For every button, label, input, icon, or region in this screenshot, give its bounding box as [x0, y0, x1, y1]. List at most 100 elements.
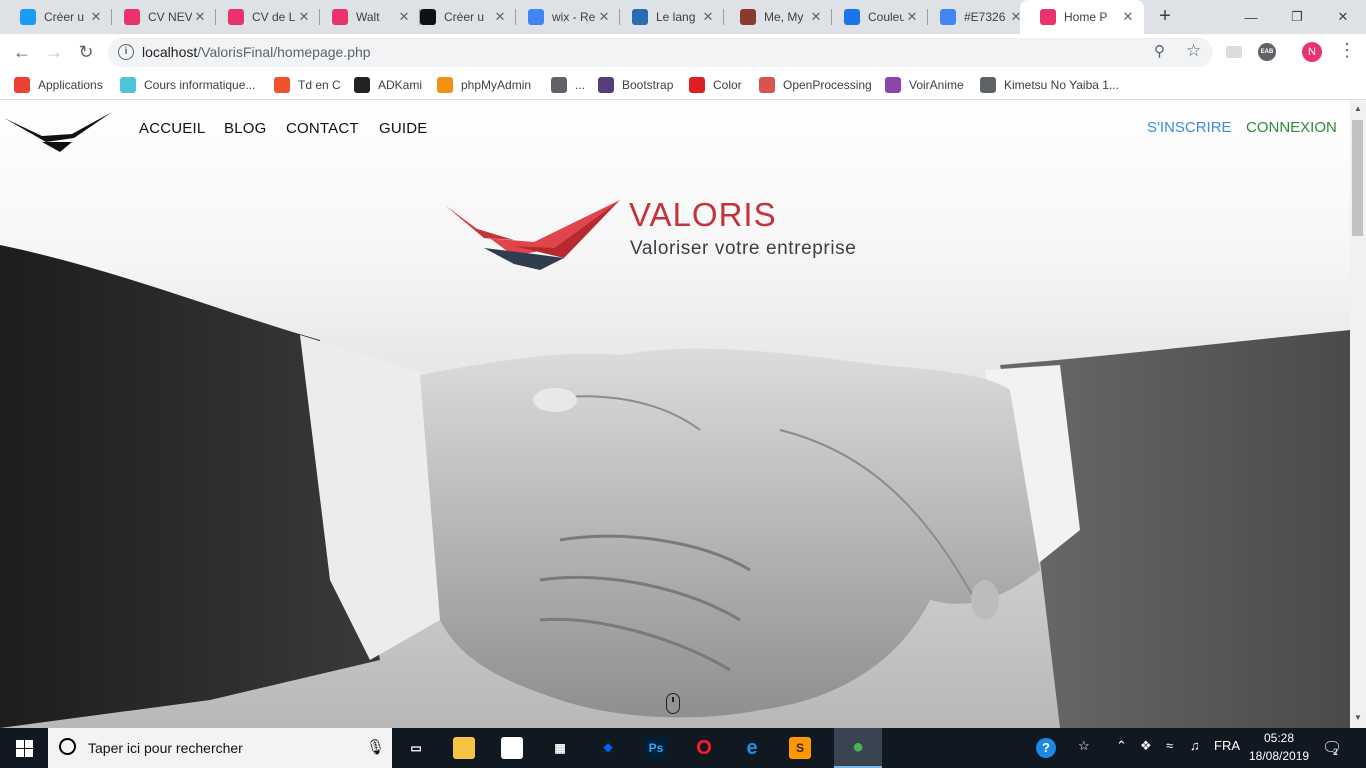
action-center-icon[interactable]: 🗨 2	[1322, 736, 1342, 757]
show-hidden-icons-icon[interactable]: ⌃	[1116, 738, 1127, 754]
taskbar-search-box[interactable]: Taper ici pour rechercher 🎙	[48, 728, 392, 768]
webflow-icon	[228, 9, 244, 25]
valoris-logo	[446, 200, 620, 270]
bookmark-item[interactable]: Applications	[14, 75, 103, 95]
tab-close-icon[interactable]: ✕	[596, 9, 612, 25]
cortana-icon	[59, 738, 76, 755]
taskbar-app[interactable]	[440, 728, 488, 768]
info-icon[interactable]: i	[118, 44, 134, 60]
new-tab-button[interactable]: +	[1155, 6, 1175, 26]
scroll-up-arrow-icon[interactable]: ▲	[1354, 104, 1362, 113]
clock-time[interactable]: 05:28	[1264, 731, 1294, 745]
nav-link[interactable]: ACCUEIL	[139, 120, 205, 137]
bookmark-item[interactable]: VoirAnime	[885, 75, 964, 95]
wifi-icon[interactable]: ≈	[1166, 738, 1173, 753]
bookmark-item[interactable]: OpenProcessing	[759, 75, 872, 95]
start-button[interactable]	[0, 728, 48, 768]
minimize-button[interactable]: —	[1228, 0, 1274, 34]
taskbar-app[interactable]: S	[776, 728, 824, 768]
taskbar-app[interactable]: e	[728, 728, 776, 768]
webflow-icon	[124, 9, 140, 25]
nav-link[interactable]: GUIDE	[379, 120, 428, 137]
taskbar-app[interactable]: ▭	[392, 728, 440, 768]
cloud-icon	[120, 77, 136, 93]
bootstrap-icon	[598, 77, 614, 93]
browser-tab[interactable]: wix - Re ✕	[508, 0, 620, 34]
opera-icon: O	[696, 736, 712, 759]
bookmark-item[interactable]: Bootstrap	[598, 75, 673, 95]
reload-button[interactable]: ↻	[72, 38, 100, 66]
web-page: ACCUEIL BLOG CONTACT GUIDE S'INSCRIRE CONNE…	[0, 100, 1350, 728]
wix-icon	[20, 9, 36, 25]
scrollbar-thumb[interactable]	[1352, 120, 1363, 236]
bookmark-item[interactable]: Cours informatique...	[120, 75, 255, 95]
taskbar-app[interactable]: Ps	[632, 728, 680, 768]
tab-close-icon[interactable]: ✕	[492, 9, 508, 25]
bookmark-label: ...	[575, 78, 586, 92]
clock-date[interactable]: 18/08/2019	[1249, 749, 1309, 763]
extension-icon[interactable]	[1226, 46, 1242, 58]
volume-icon[interactable]: ♫	[1190, 738, 1200, 753]
browser-tab[interactable]: CV NEV ✕	[104, 0, 216, 34]
browser-tab[interactable]: Créer u ✕	[0, 0, 112, 34]
nav-link[interactable]: CONTACT	[286, 120, 359, 137]
profile-avatar[interactable]: N	[1302, 42, 1322, 62]
bookmark-item[interactable]: Color	[689, 75, 742, 95]
microphone-icon[interactable]: 🎙	[366, 738, 385, 756]
tab-close-icon[interactable]: ✕	[808, 9, 824, 25]
url-text[interactable]: localhost/ValorisFinal/homepage.php	[142, 44, 371, 60]
close-window-button[interactable]: ✕	[1320, 0, 1366, 34]
browser-menu-icon[interactable]: ⋮	[1338, 40, 1356, 61]
taskbar-app[interactable]: O	[680, 728, 728, 768]
taskbar-app[interactable]	[488, 728, 536, 768]
bookmark-item[interactable]: ADKami	[354, 75, 422, 95]
signup-link[interactable]: S'INSCRIRE	[1147, 119, 1232, 136]
bookmark-star-icon[interactable]: ☆	[1186, 41, 1201, 61]
play-icon	[885, 77, 901, 93]
tab-close-icon[interactable]: ✕	[1120, 9, 1136, 25]
eab-extension-icon[interactable]: EAB	[1258, 43, 1276, 61]
bookmark-item[interactable]: phpMyAdmin	[437, 75, 531, 95]
site-logo[interactable]	[2, 108, 114, 152]
bookmark-label: Cours informatique...	[144, 78, 256, 92]
globe-icon	[551, 77, 567, 93]
tab-title: CV de L	[252, 10, 296, 24]
dropbox-tray-icon[interactable]: ❖	[1140, 738, 1152, 754]
taskbar-app[interactable]: ❖	[584, 728, 632, 768]
restore-button[interactable]: ❐	[1274, 0, 1320, 34]
browser-tab[interactable]: Me, My ✕	[720, 0, 832, 34]
zoom-icon[interactable]: ⚲	[1154, 42, 1165, 60]
tab-close-icon[interactable]: ✕	[700, 9, 716, 25]
taskbar-app[interactable]: ●	[834, 728, 882, 768]
task-view-icon: ▭	[410, 741, 422, 755]
page-scrollbar[interactable]: ▲ ▼	[1350, 100, 1366, 728]
back-button[interactable]: ←	[8, 38, 36, 66]
tab-title: wix - Re	[552, 10, 596, 24]
bookmark-item[interactable]: Kimetsu No Yaiba 1...	[980, 75, 1119, 95]
taskbar-app[interactable]: ▦	[536, 728, 584, 768]
nav-link[interactable]: BLOG	[224, 120, 266, 137]
scroll-mouse-icon[interactable]	[666, 693, 680, 714]
tab-title: Walt	[356, 10, 380, 24]
people-icon[interactable]: ☆	[1078, 738, 1090, 754]
address-bar[interactable]: i localhost/ValorisFinal/homepage.php ⚲ …	[108, 38, 1213, 67]
tab-close-icon[interactable]: ✕	[296, 9, 312, 25]
browser-tab[interactable]: Home P ✕	[1020, 0, 1144, 34]
login-link[interactable]: CONNEXION	[1246, 119, 1337, 136]
scroll-down-arrow-icon[interactable]: ▼	[1354, 713, 1362, 722]
avatar-icon	[740, 9, 756, 25]
browser-tab[interactable]: CV de L ✕	[208, 0, 320, 34]
browser-tab[interactable]: #E7326 ✕	[920, 0, 1032, 34]
help-icon[interactable]: ?	[1036, 738, 1056, 758]
browser-tab[interactable]: Créer u ✕	[400, 0, 516, 34]
tab-close-icon[interactable]: ✕	[192, 9, 208, 25]
language-indicator[interactable]: FRA	[1214, 738, 1240, 753]
tab-close-icon[interactable]: ✕	[88, 9, 104, 25]
bookmark-item[interactable]: Td en C	[274, 75, 341, 95]
browser-tab[interactable]: Couleu ✕	[824, 0, 928, 34]
webflow-icon	[1040, 9, 1056, 25]
forward-button[interactable]: →	[40, 38, 68, 66]
browser-tab[interactable]: Le lang ✕	[612, 0, 724, 34]
tab-close-icon[interactable]: ✕	[904, 9, 920, 25]
bookmark-item[interactable]: ...	[551, 75, 585, 95]
